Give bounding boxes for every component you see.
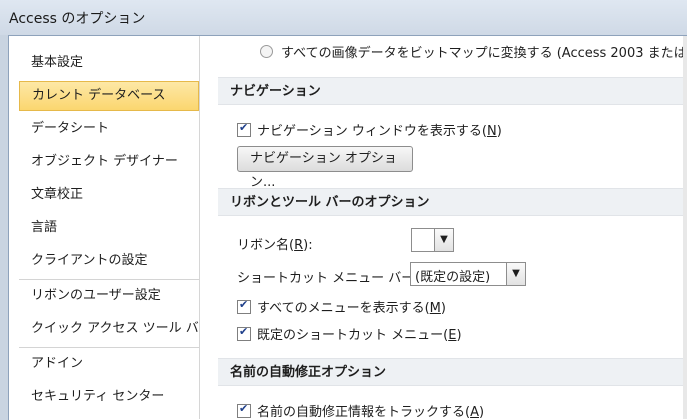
sidebar-divider [19,347,199,348]
ribbon-name-label: リボン名(R): [237,238,313,253]
navigation-section-header: ナビゲーション [218,77,687,105]
convert-bitmap-option[interactable]: すべての画像データをビットマップに変換する (Access 2003 またはそ [260,42,687,61]
shortcut-menu-bar-dropdown[interactable]: (既定の設定) ▼ [410,262,526,286]
sidebar-item-language[interactable]: 言語 [19,213,199,243]
checkbox-checked-icon[interactable] [237,402,251,418]
radio-button[interactable] [260,45,273,58]
sidebar-divider [19,279,199,280]
convert-bitmap-label: すべての画像データをビットマップに変換する (Access 2003 またはそ [281,46,687,61]
sidebar-item-trust-center[interactable]: セキュリティ センター [19,382,199,412]
sidebar-item-current-database[interactable]: カレント データベース [19,81,199,111]
chevron-down-icon[interactable]: ▼ [434,229,453,251]
navigation-options-button[interactable]: ナビゲーション オプション... [237,146,413,190]
title-bar: Access のオプション [0,0,687,35]
sidebar-item-add-ins[interactable]: アドイン [19,349,199,379]
sidebar-item-quick-access-toolbar[interactable]: クイック アクセス ツール バー [19,314,212,344]
sidebar-item-basic-settings[interactable]: 基本設定 [19,48,199,78]
sidebar-item-proofing[interactable]: 文章校正 [19,180,199,210]
autocorrect-section-header: 名前の自動修正オプション [218,358,687,386]
window-title: Access のオプション [9,11,146,27]
options-panel: すべての画像データをビットマップに変換する (Access 2003 またはそ … [200,36,687,419]
sidebar-item-object-designers[interactable]: オブジェクト デザイナー [19,147,199,177]
shortcut-menu-bar-value: (既定の設定) [415,270,491,285]
sidebar-item-client-settings[interactable]: クライアントの設定 [19,246,199,276]
vertical-scrollbar[interactable] [683,36,687,419]
show-navigation-pane-label: ナビゲーション ウィンドウを表示する(N) [257,124,502,139]
default-shortcut-menus-label: 既定のショートカット メニュー(E) [257,328,462,343]
show-all-menus-label: すべてのメニューを表示する(M) [257,301,446,316]
checkbox-checked-icon[interactable] [237,298,251,314]
sidebar: 基本設定 カレント データベース データシート オブジェクト デザイナー 文章校… [9,36,212,419]
show-all-menus-checkbox[interactable]: すべてのメニューを表示する(M) [237,297,446,316]
sidebar-item-customize-ribbon[interactable]: リボンのユーザー設定 [19,281,199,311]
ribbon-section-header: リボンとツール バーのオプション [218,188,687,216]
checkbox-checked-icon[interactable] [237,121,251,137]
chevron-down-icon[interactable]: ▼ [506,263,525,285]
show-navigation-pane-checkbox[interactable]: ナビゲーション ウィンドウを表示する(N) [237,120,502,139]
track-name-autocorrect-checkbox[interactable]: 名前の自動修正情報をトラックする(A) [237,401,484,419]
ribbon-name-dropdown[interactable]: ▼ [411,228,454,252]
track-name-autocorrect-label: 名前の自動修正情報をトラックする(A) [257,405,485,419]
shortcut-menu-bar-label: ショートカット メニュー バー: [237,271,419,286]
default-shortcut-menus-checkbox[interactable]: 既定のショートカット メニュー(E) [237,324,462,343]
checkbox-checked-icon[interactable] [237,325,251,341]
sidebar-item-datasheet[interactable]: データシート [19,114,199,144]
